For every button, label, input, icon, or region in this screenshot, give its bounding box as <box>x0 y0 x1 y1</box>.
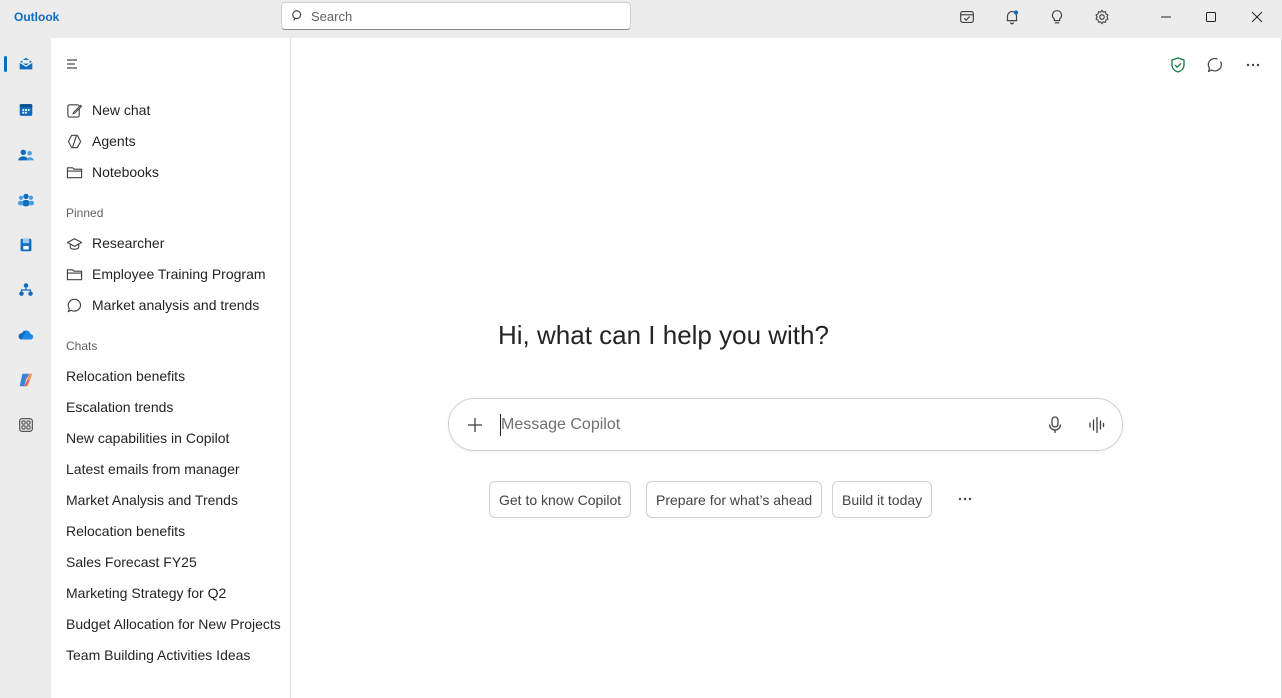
minimize-icon <box>1161 16 1171 18</box>
maximize-button[interactable] <box>1191 3 1231 31</box>
greeting-heading: Hi, what can I help you with? <box>498 320 829 350</box>
nav-agents[interactable]: Agents <box>66 129 136 153</box>
people-icon <box>17 149 34 161</box>
rail-item-apps[interactable] <box>0 405 51 445</box>
more-suggestions-button[interactable] <box>955 490 975 508</box>
bell-icon[interactable] <box>999 5 1025 29</box>
rail-item-copilot[interactable] <box>0 360 51 400</box>
hamburger-menu-icon[interactable] <box>65 56 83 72</box>
chat-item[interactable]: Relocation benefits <box>66 523 185 539</box>
rail-item-groups[interactable] <box>0 180 51 220</box>
pinned-researcher[interactable]: Researcher <box>66 231 164 255</box>
microphone-icon[interactable] <box>1046 415 1064 435</box>
chat-item[interactable]: Escalation trends <box>66 399 173 415</box>
nav-new-chat[interactable]: New chat <box>66 98 150 122</box>
calendar-icon <box>19 104 32 116</box>
close-icon <box>1251 11 1263 23</box>
pinned-label: Employee Training Program <box>92 266 266 282</box>
mail-icon <box>18 57 33 70</box>
cloud-icon <box>18 330 33 340</box>
chat-item[interactable]: New capabilities in Copilot <box>66 430 229 446</box>
message-composer <box>448 398 1123 451</box>
folder-icon <box>66 268 83 280</box>
copilot-icon <box>19 373 32 387</box>
rail-item-calendar[interactable] <box>0 90 51 130</box>
rail-item-org[interactable] <box>0 270 51 310</box>
nav-notebooks[interactable]: Notebooks <box>66 160 159 184</box>
chat-item[interactable]: Latest emails from manager <box>66 461 240 477</box>
main-content: Hi, what can I help you with? Get to kno… <box>291 38 1281 698</box>
compose-icon <box>67 103 83 118</box>
groups-icon <box>17 193 34 207</box>
copilot-side-panel: New chat Agents Notebooks Pinned Researc… <box>51 38 291 698</box>
suggestion-chip[interactable]: Build it today <box>832 481 933 518</box>
search-icon <box>292 10 302 21</box>
pinned-label: Researcher <box>92 235 165 251</box>
org-icon <box>18 283 33 296</box>
chat-item[interactable]: Marketing Strategy for Q2 <box>66 585 226 601</box>
rail-item-people[interactable] <box>0 135 51 175</box>
chat-item[interactable]: Budget Allocation for New Projects <box>66 616 281 632</box>
pinned-label: Market analysis and trends <box>92 297 260 313</box>
pinned-market-analysis[interactable]: Market analysis and trends <box>66 293 259 317</box>
agents-icon <box>67 134 82 148</box>
more-icon <box>958 497 972 501</box>
app-title: Outlook <box>14 10 60 24</box>
add-attachment-icon[interactable] <box>465 415 485 435</box>
rail-item-files[interactable] <box>0 225 51 265</box>
title-bar: Outlook Search <box>0 0 1282 38</box>
apps-icon <box>18 418 33 432</box>
chat-bubble-icon <box>67 298 82 312</box>
suggestion-chip[interactable]: Prepare for what’s ahead <box>646 481 823 518</box>
nav-label: Agents <box>92 133 136 149</box>
pinned-employee-training-program[interactable]: Employee Training Program <box>66 262 266 286</box>
folder-icon <box>66 166 83 178</box>
message-input[interactable] <box>501 411 1001 439</box>
close-button[interactable] <box>1237 3 1277 31</box>
search-box[interactable]: Search <box>281 2 631 30</box>
chat-item[interactable]: Market Analysis and Trends <box>66 492 238 508</box>
nav-label: Notebooks <box>92 164 159 180</box>
suggestion-chip[interactable]: Get to know Copilot <box>489 481 632 518</box>
search-placeholder: Search <box>311 8 353 24</box>
nav-label: New chat <box>92 102 151 118</box>
gear-icon[interactable] <box>1089 5 1115 29</box>
chat-item[interactable]: Relocation benefits <box>66 368 185 384</box>
lightbulb-icon[interactable] <box>1044 5 1070 29</box>
active-indicator <box>4 56 7 72</box>
new-chat-icon[interactable] <box>1204 54 1226 76</box>
chat-item[interactable]: Sales Forecast FY25 <box>66 554 197 570</box>
researcher-icon <box>66 237 83 250</box>
pinned-heading: Pinned <box>66 206 104 220</box>
rail-item-mail[interactable] <box>0 44 51 84</box>
chat-item[interactable]: Team Building Activities Ideas <box>66 647 250 663</box>
voice-mode-icon[interactable] <box>1087 415 1105 435</box>
rail-item-onedrive[interactable] <box>0 315 51 355</box>
todo-icon[interactable] <box>954 5 980 29</box>
app-rail <box>0 38 51 698</box>
shield-check-icon[interactable] <box>1167 54 1189 76</box>
files-icon <box>20 238 31 252</box>
chats-heading: Chats <box>66 339 98 353</box>
more-icon[interactable] <box>1242 54 1264 76</box>
maximize-icon <box>1206 12 1216 22</box>
minimize-button[interactable] <box>1146 3 1186 31</box>
